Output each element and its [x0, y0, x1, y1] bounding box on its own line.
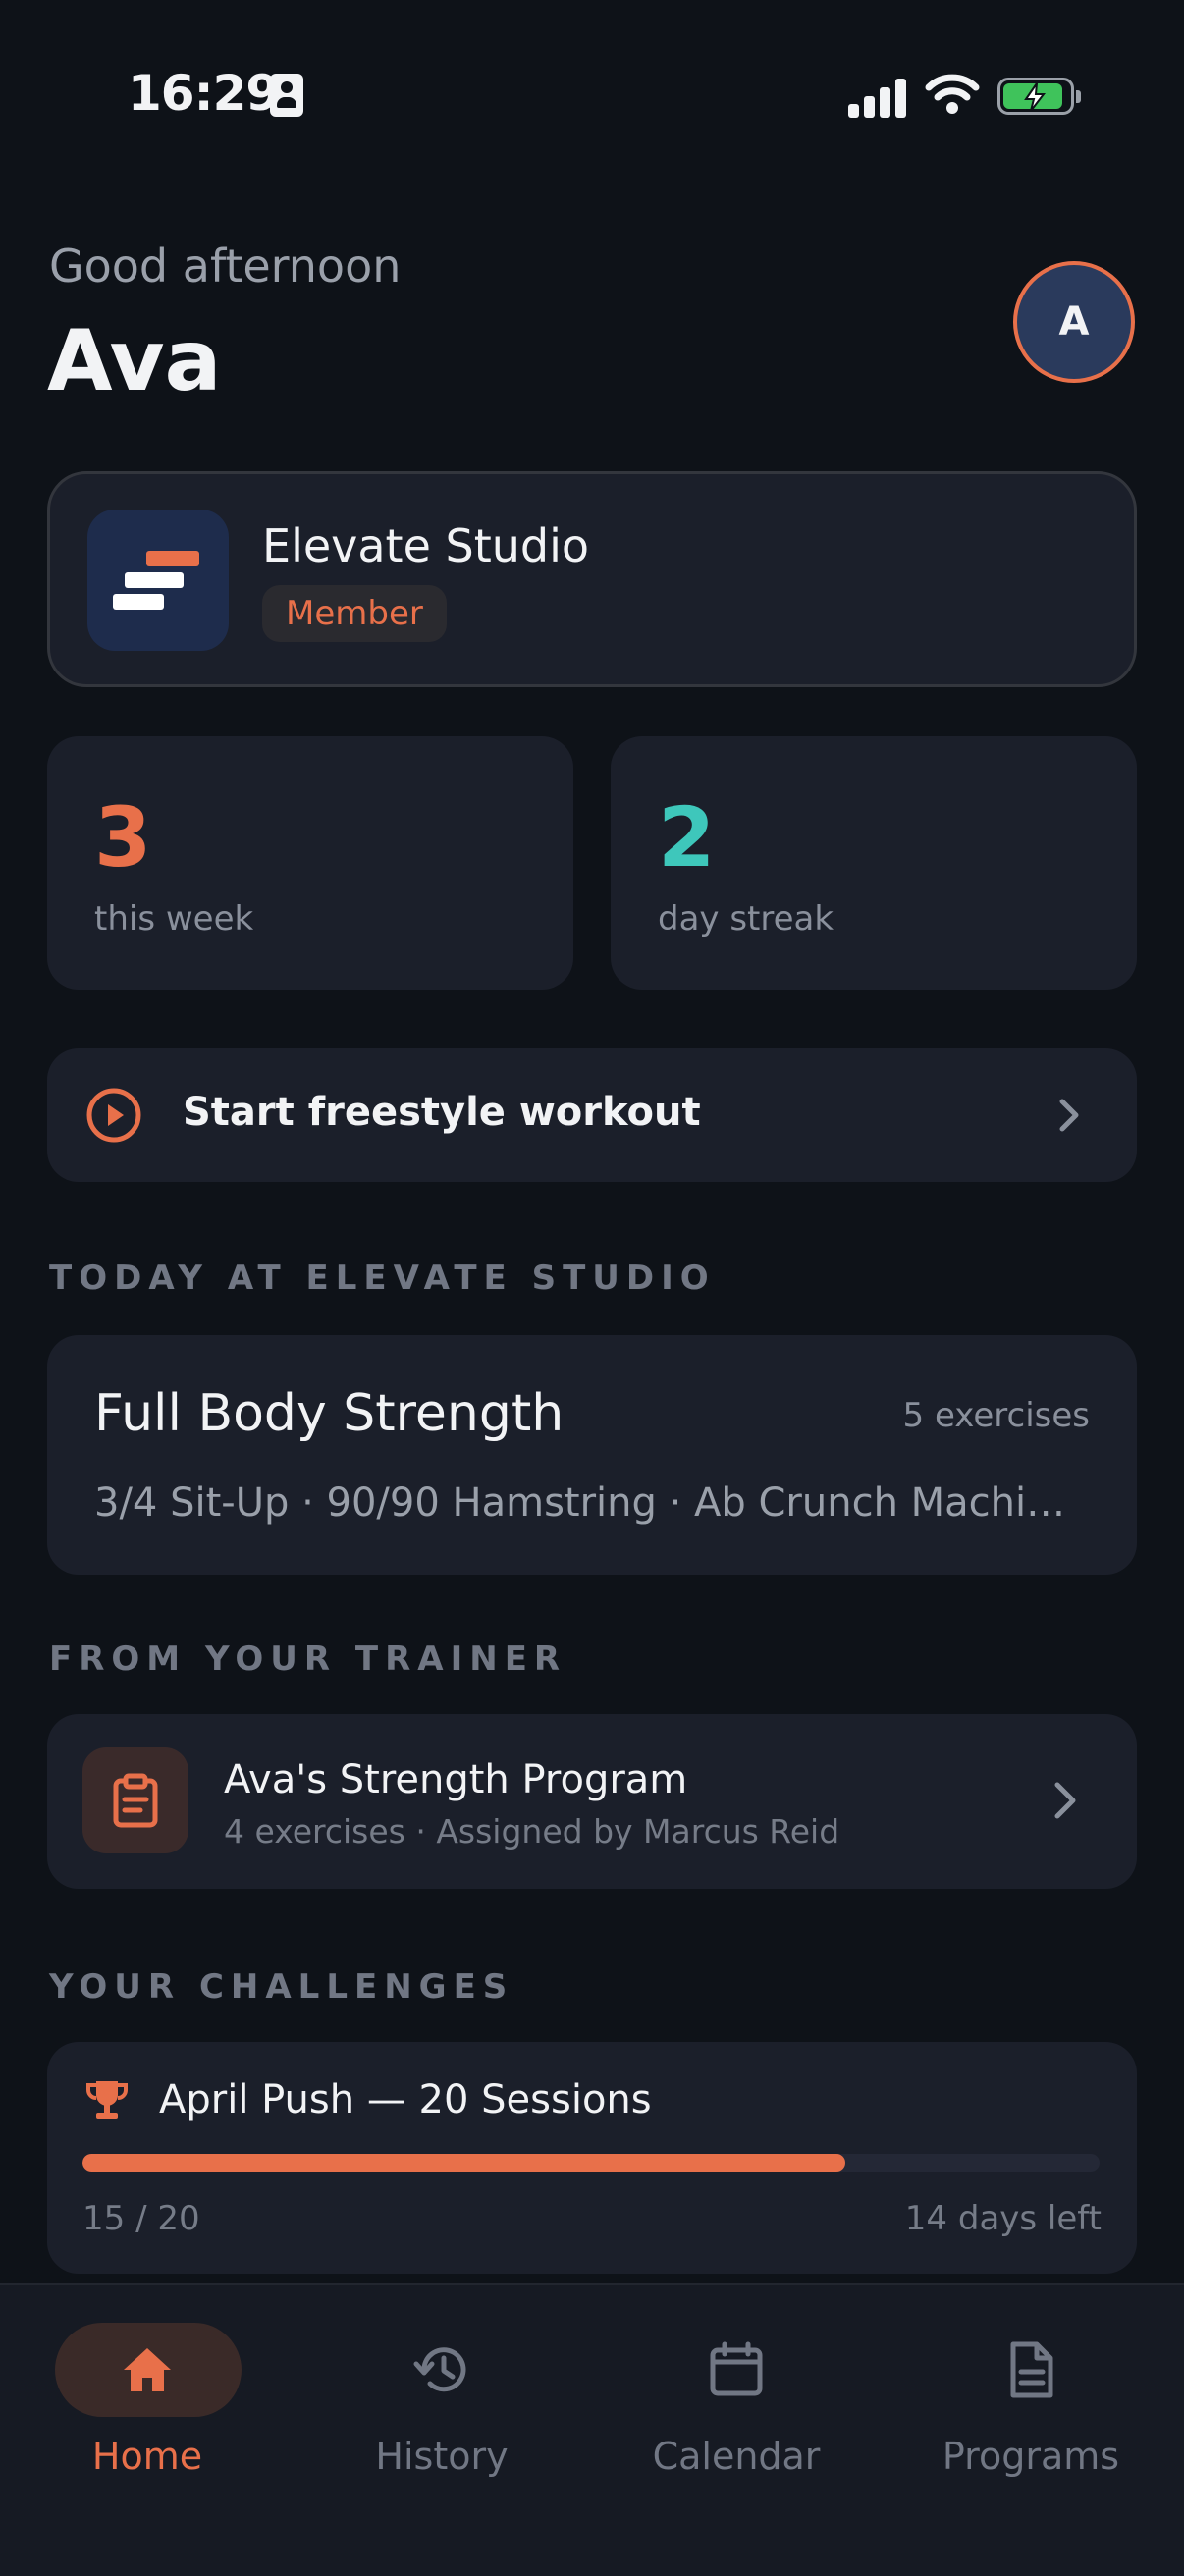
- challenge-progress-text: 15 / 20: [82, 2199, 200, 2238]
- workout-exercise-list: 3/4 Sit-Up · 90/90 Hamstring · Ab Crunch…: [94, 1480, 1086, 1526]
- stat-card-this-week: 3 this week: [47, 736, 573, 990]
- history-icon: [413, 2347, 466, 2392]
- tab-history[interactable]: History: [295, 2303, 589, 2499]
- tab-programs[interactable]: Programs: [884, 2303, 1178, 2499]
- studio-name: Elevate Studio: [262, 519, 590, 572]
- status-time: 16:29: [128, 65, 280, 122]
- document-icon: [1010, 2341, 1053, 2398]
- cellular-signal-icon: [848, 77, 907, 118]
- bottom-tab-bar: Home History Calendar Programs: [0, 2283, 1184, 2576]
- studio-card[interactable]: Elevate Studio Member: [47, 471, 1137, 687]
- stat-label: day streak: [658, 899, 834, 939]
- wifi-icon: [925, 74, 980, 114]
- member-badge: Member: [262, 585, 447, 642]
- user-name: Ava: [47, 312, 222, 410]
- workout-card[interactable]: Full Body Strength 5 exercises 3/4 Sit-U…: [47, 1335, 1137, 1575]
- program-title: Ava's Strength Program: [224, 1757, 688, 1802]
- home-icon: [124, 2348, 171, 2391]
- battery-icon: [997, 78, 1081, 115]
- program-card[interactable]: Ava's Strength Program 4 exercises · Ass…: [47, 1714, 1137, 1889]
- challenge-progress-bar: [82, 2154, 1100, 2172]
- greeting-text: Good afternoon: [49, 240, 402, 293]
- challenge-progress-fill: [82, 2154, 845, 2172]
- section-title-today: TODAY AT ELEVATE STUDIO: [49, 1259, 716, 1298]
- stat-card-day-streak: 2 day streak: [611, 736, 1137, 990]
- tab-label: Calendar: [652, 2435, 821, 2478]
- workout-exercise-count: 5 exercises: [902, 1396, 1090, 1435]
- tab-label: History: [375, 2435, 509, 2478]
- play-circle-icon: [86, 1088, 141, 1143]
- stat-value: 2: [658, 789, 716, 886]
- tab-label: Programs: [942, 2435, 1120, 2478]
- chevron-right-icon: [1054, 1782, 1076, 1819]
- clipboard-icon: [82, 1747, 188, 1853]
- contact-card-icon: [270, 74, 303, 117]
- avatar[interactable]: A: [1013, 261, 1135, 383]
- chevron-right-icon: [1059, 1099, 1079, 1132]
- calendar-icon: [710, 2341, 763, 2396]
- program-subtitle: 4 exercises · Assigned by Marcus Reid: [224, 1812, 840, 1851]
- challenge-card[interactable]: April Push — 20 Sessions 15 / 20 14 days…: [47, 2042, 1137, 2274]
- tab-label: Home: [91, 2435, 203, 2478]
- section-title-challenges: YOUR CHALLENGES: [49, 1967, 514, 2007]
- tab-home[interactable]: Home: [0, 2303, 295, 2499]
- challenge-days-left: 14 days left: [904, 2199, 1102, 2238]
- start-freestyle-button[interactable]: Start freestyle workout: [47, 1048, 1137, 1182]
- stat-label: this week: [94, 899, 254, 939]
- challenge-title: April Push — 20 Sessions: [159, 2077, 652, 2122]
- trophy-icon: [86, 2081, 128, 2119]
- studio-logo: [87, 510, 229, 651]
- tab-calendar[interactable]: Calendar: [589, 2303, 884, 2499]
- section-title-trainer: FROM YOUR TRAINER: [49, 1639, 567, 1679]
- stat-value: 3: [94, 789, 152, 886]
- workout-title: Full Body Strength: [94, 1384, 565, 1443]
- freestyle-label: Start freestyle workout: [183, 1090, 701, 1135]
